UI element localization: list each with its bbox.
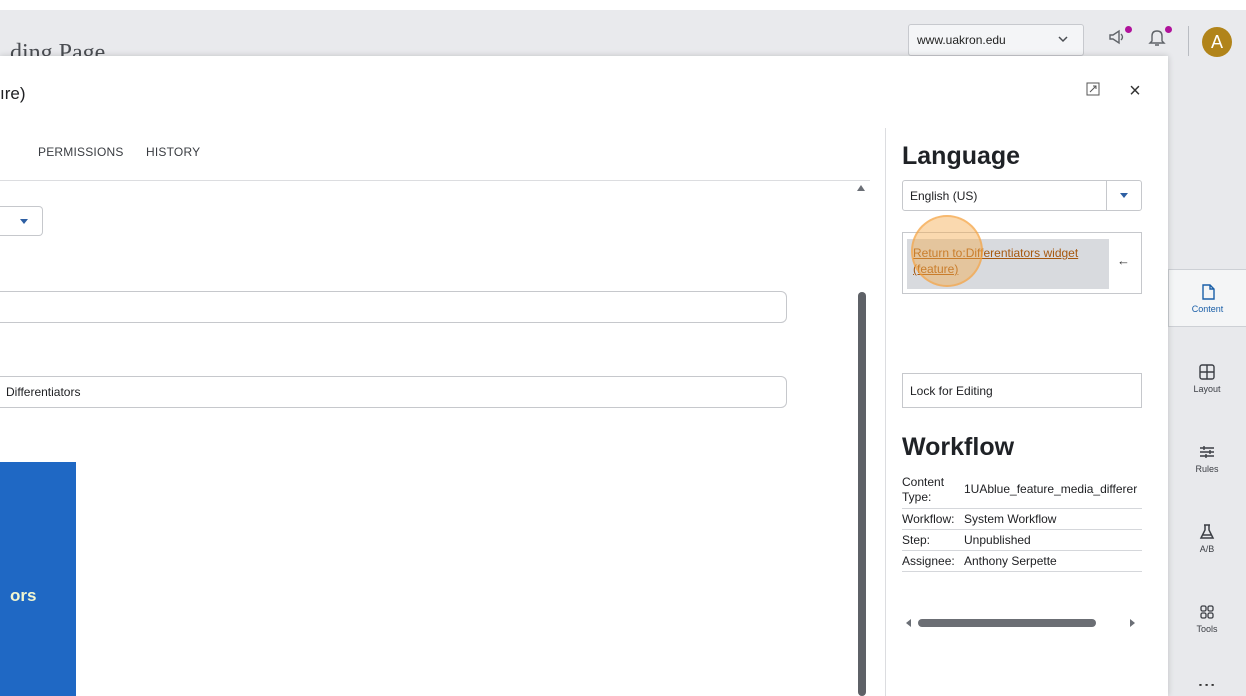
file-icon — [1201, 283, 1215, 300]
workflow-value: Unpublished — [964, 533, 1031, 547]
arrow-left-icon[interactable]: ← — [1117, 253, 1130, 268]
rail-item-tools[interactable]: Tools — [1168, 589, 1246, 647]
edit-modal: ıre) × PERMISSIONS HISTORY Differentiato… — [0, 56, 1168, 696]
language-dropdown-button[interactable] — [1106, 181, 1141, 210]
workflow-key: Content Type: — [902, 475, 945, 504]
table-row: Step: Unpublished — [902, 530, 1142, 551]
table-row: Workflow: System Workflow — [902, 509, 1142, 530]
workflow-heading: Workflow — [902, 433, 1015, 461]
vertical-scrollbar-thumb[interactable] — [858, 292, 866, 696]
workflow-value: 1UAblue_feature_media_differer — [964, 482, 1138, 496]
tab-permissions[interactable]: PERMISSIONS — [38, 145, 124, 159]
modal-tabs: PERMISSIONS HISTORY — [0, 128, 870, 181]
language-value: English (US) — [910, 189, 978, 203]
caret-down-icon — [20, 219, 28, 224]
workflow-key: Step: — [902, 533, 931, 547]
text-field-1[interactable] — [0, 291, 787, 323]
rail-item-label: A/B — [1199, 543, 1215, 554]
notification-dot — [1165, 26, 1172, 33]
lock-for-editing-button[interactable]: Lock for Editing — [902, 373, 1142, 408]
click-highlight — [911, 215, 983, 287]
text-field-2[interactable]: Differentiators — [0, 376, 787, 408]
site-select-value: www.uakron.edu — [917, 33, 1006, 47]
table-row: Content Type: 1UAblue_feature_media_diff… — [902, 472, 1142, 509]
layout-grid-icon — [1199, 363, 1215, 380]
modal-title: ıre) — [0, 84, 26, 103]
header-divider — [1188, 26, 1189, 56]
caret-down-icon — [1120, 193, 1128, 198]
top-strip — [0, 0, 1246, 10]
workflow-key: Workflow: — [902, 512, 955, 526]
rail-item-content[interactable]: Content — [1168, 269, 1246, 327]
side-panel: Language English (US) Return to:Differen… — [885, 128, 1156, 696]
language-heading: Language — [902, 142, 1021, 170]
rail-item-label: Content — [1191, 303, 1224, 314]
expand-icon[interactable] — [1086, 82, 1106, 102]
chevron-down-icon — [1043, 32, 1083, 48]
workflow-value: Anthony Serpette — [964, 554, 1057, 568]
more-vertical-icon[interactable]: ⋮ — [1197, 676, 1217, 694]
scroll-left-icon[interactable] — [906, 619, 911, 627]
rail-item-label: Rules — [1195, 463, 1219, 474]
notification-dot — [1125, 26, 1132, 33]
rail-item-rules[interactable]: Rules — [1168, 429, 1246, 487]
image-preview: ors — [0, 462, 76, 696]
megaphone-icon[interactable] — [1106, 26, 1132, 52]
rail-item-ab[interactable]: A/B — [1168, 509, 1246, 567]
workflow-key: Assignee: — [902, 554, 955, 568]
preview-text: ors — [10, 586, 37, 605]
sliders-icon — [1200, 445, 1214, 458]
language-select[interactable]: English (US) — [902, 180, 1142, 211]
horizontal-scrollbar[interactable] — [902, 618, 1142, 628]
avatar[interactable]: A — [1202, 27, 1232, 57]
bell-icon[interactable] — [1146, 26, 1172, 52]
workflow-value: System Workflow — [964, 512, 1057, 526]
rail-item-label: Layout — [1193, 383, 1221, 394]
table-row: Assignee: Anthony Serpette — [902, 551, 1142, 572]
flask-icon — [1199, 523, 1215, 539]
horizontal-scrollbar-thumb[interactable] — [918, 619, 1096, 627]
close-icon[interactable]: × — [1124, 80, 1146, 102]
scroll-right-icon[interactable] — [1130, 619, 1135, 627]
workflow-table: Content Type: 1UAblue_feature_media_diff… — [902, 472, 1142, 572]
site-select[interactable]: www.uakron.edu — [908, 24, 1084, 56]
rail-item-label: Tools — [1196, 623, 1218, 634]
rail-item-layout[interactable]: Layout — [1168, 349, 1246, 407]
dropdown-select[interactable] — [0, 206, 43, 236]
scroll-up-icon[interactable] — [857, 185, 865, 191]
tools-grid-icon — [1200, 604, 1214, 619]
tab-history[interactable]: HISTORY — [146, 145, 200, 159]
